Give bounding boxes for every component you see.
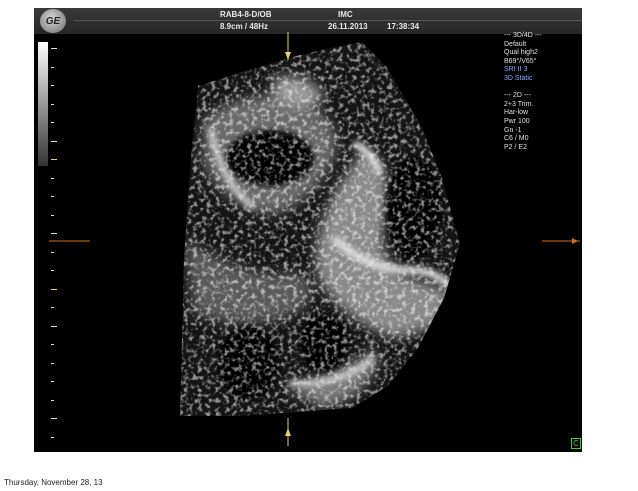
scan-sector <box>180 42 460 416</box>
ultrasound-image <box>49 32 580 446</box>
info-line <box>504 84 542 93</box>
info-line: C6 / M0 <box>504 135 529 143</box>
info-line: 2+3 Trim. <box>504 100 534 108</box>
info-line: Gn -1 <box>504 126 522 134</box>
info-line: --- 3D/4D --- <box>504 32 542 39</box>
info-line: Qual high2 <box>504 49 538 57</box>
frame-marker-c: C <box>571 438 581 449</box>
info-panel: --- 3D/4D --- Default Qual high2 B69°/V65° S… <box>504 32 542 152</box>
info-line: Har-low <box>504 109 529 117</box>
info-line: Pwr 100 <box>504 117 530 125</box>
info-line: 3D Static <box>504 74 533 82</box>
ultrasound-screen: GE RAB4-8-D/OB 8.9cm / 48Hz IMC 26.11.20… <box>34 8 582 452</box>
info-line: P2 / E2 <box>504 143 527 151</box>
info-line: SRI II 3 <box>504 66 528 74</box>
info-line: B69°/V65° <box>504 57 537 65</box>
info-line: Default <box>504 40 527 48</box>
footer-date: Thursday, November 28, 13 <box>4 478 103 487</box>
info-line: --- 2D --- <box>504 92 531 100</box>
